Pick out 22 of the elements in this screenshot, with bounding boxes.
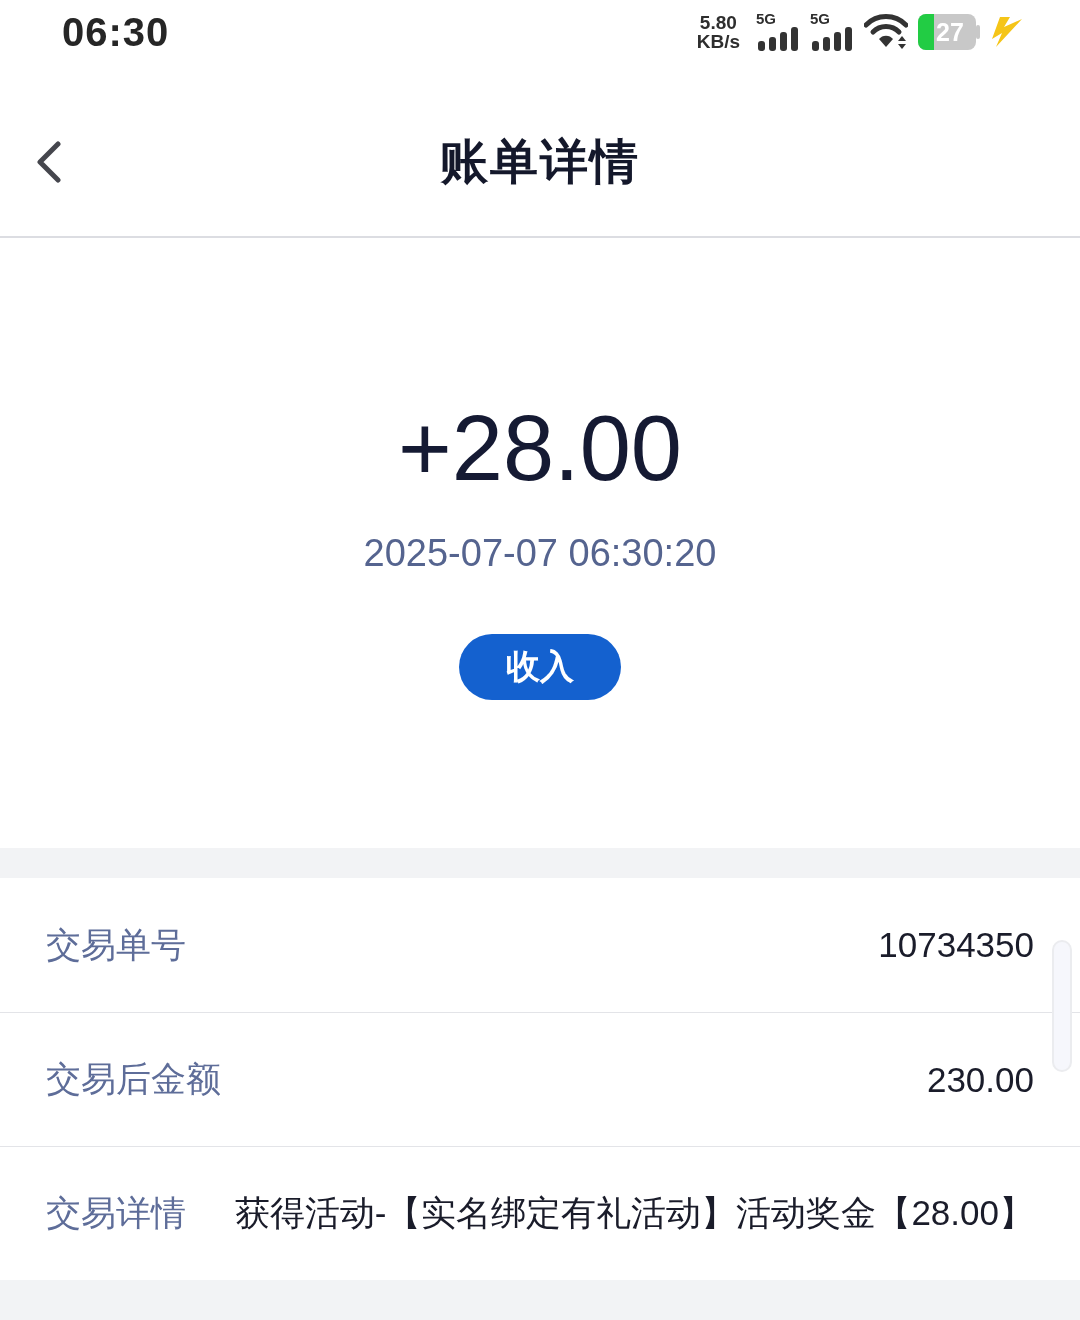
detail-value: 10734350 bbox=[878, 925, 1034, 965]
page-title: 账单详情 bbox=[440, 134, 640, 190]
battery-icon bbox=[918, 14, 980, 50]
type-badge: 收入 bbox=[459, 634, 621, 700]
detail-label: 交易单号 bbox=[46, 923, 186, 966]
back-icon bbox=[36, 141, 62, 183]
network-type: 5G bbox=[810, 11, 830, 27]
signal-icon bbox=[756, 27, 800, 51]
transaction-amount: +28.00 bbox=[398, 398, 682, 498]
wifi-icon bbox=[864, 14, 908, 50]
detail-value: 获得活动-【实名绑定有礼活动】活动奖金【28.00】 bbox=[234, 1192, 1034, 1234]
network-type: 5G bbox=[756, 11, 776, 27]
scroll-handle[interactable] bbox=[1052, 940, 1072, 1072]
detail-value: 230.00 bbox=[926, 1059, 1034, 1100]
detail-label: 交易后金额 bbox=[46, 1058, 221, 1100]
transaction-datetime: 2025-07-07 06:30:20 bbox=[363, 531, 717, 576]
signal-icon bbox=[810, 27, 854, 51]
lightning-icon bbox=[990, 17, 1022, 47]
detail-label: 交易详情 bbox=[46, 1192, 186, 1234]
network-speed: 5.80 bbox=[699, 13, 737, 32]
network-speed-unit: KB/s bbox=[696, 32, 740, 51]
status-time: 06:30 bbox=[62, 9, 170, 55]
